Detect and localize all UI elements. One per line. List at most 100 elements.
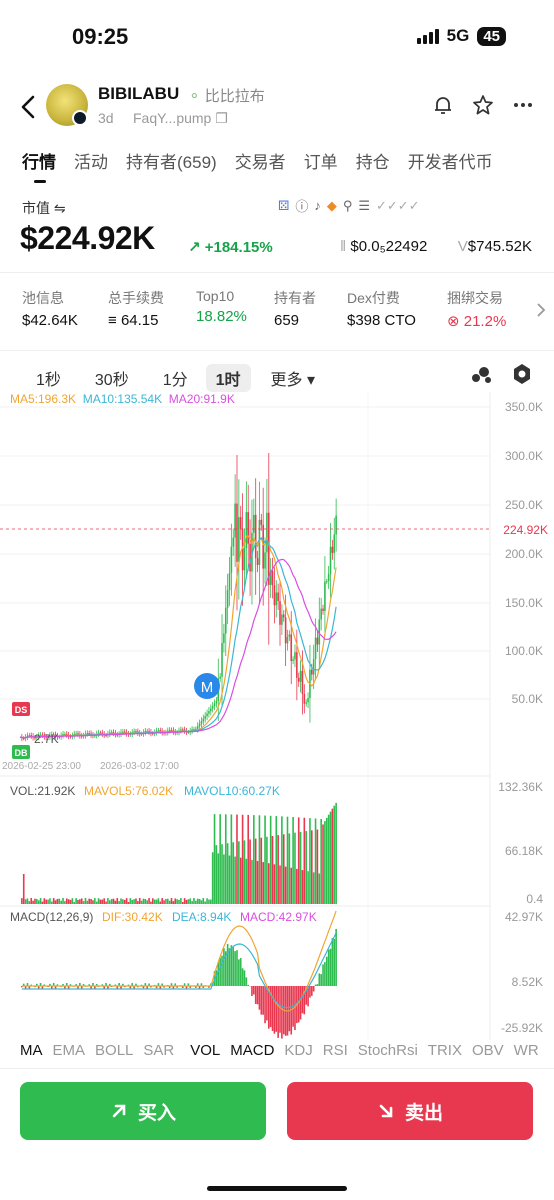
candle-body bbox=[311, 669, 313, 675]
macd-bar bbox=[243, 970, 246, 986]
price-chart[interactable]: 350.0K 300.0K 250.0K 200.0K 150.0K 100.0… bbox=[0, 392, 554, 1040]
header-actions bbox=[432, 94, 534, 116]
interval-1m[interactable]: 1分 bbox=[163, 366, 188, 390]
indicator-wr[interactable]: WR bbox=[514, 1042, 539, 1059]
buy-button[interactable]: 买入 bbox=[20, 1082, 266, 1140]
volume-bar bbox=[142, 898, 145, 904]
price-tick: 200.0K bbox=[505, 547, 543, 561]
tab-activity[interactable]: 活动 bbox=[74, 148, 108, 173]
stat-top10[interactable]: Top10 18.82% bbox=[196, 288, 274, 330]
info-icon[interactable]: ⓘ bbox=[295, 196, 308, 215]
sell-button[interactable]: 卖出 bbox=[287, 1082, 533, 1140]
stat-holders[interactable]: 持有者 659 bbox=[274, 288, 347, 330]
stat-pool[interactable]: 池信息 $42.64K bbox=[22, 288, 108, 330]
volume-bar bbox=[82, 901, 85, 904]
volume-bar bbox=[178, 899, 180, 904]
tab-orders[interactable]: 订单 bbox=[304, 148, 338, 173]
fox-icon[interactable]: ◆ bbox=[327, 198, 337, 214]
volume-bar bbox=[200, 900, 203, 904]
home-indicator bbox=[207, 1186, 347, 1191]
volume-bar bbox=[52, 898, 55, 904]
security-icons: ⚄ ⓘ ♪ ◆ ⚲ ☰ ✓✓✓✓ bbox=[278, 196, 420, 215]
volume-bar bbox=[131, 899, 134, 904]
candle-body bbox=[279, 601, 281, 625]
macd-bar bbox=[258, 986, 261, 1010]
volume-bar bbox=[80, 898, 83, 904]
macd-bar bbox=[219, 957, 221, 986]
status-indicators: 5G 45 bbox=[416, 26, 506, 46]
volume-bar bbox=[64, 901, 66, 904]
macd-bar bbox=[322, 964, 324, 986]
macd-bar bbox=[234, 951, 236, 986]
back-arrow-icon[interactable] bbox=[18, 92, 40, 122]
indicator-obv[interactable]: OBV bbox=[472, 1042, 504, 1059]
vol-label: VOL:21.92K bbox=[10, 784, 75, 798]
market-cap-label[interactable]: 市值 ⇋ bbox=[22, 198, 66, 218]
candle-body bbox=[333, 534, 336, 553]
interval-more[interactable]: 更多 ▾ bbox=[271, 366, 316, 390]
volume-bar bbox=[204, 901, 206, 904]
volume-bar bbox=[245, 858, 248, 904]
volume-bar bbox=[311, 830, 313, 904]
star-icon[interactable] bbox=[472, 94, 494, 116]
macd-bar bbox=[230, 945, 233, 986]
volume-bar bbox=[254, 838, 257, 904]
volume-bar bbox=[215, 845, 218, 904]
bell-icon[interactable] bbox=[432, 94, 454, 116]
tab-positions[interactable]: 持仓 bbox=[356, 148, 390, 173]
volume-bar bbox=[247, 814, 250, 904]
chevron-right-icon[interactable] bbox=[536, 302, 546, 318]
tab-dev-tokens[interactable]: 开发者代币 bbox=[408, 148, 493, 173]
settings-icon[interactable] bbox=[512, 363, 532, 385]
tiktok-icon[interactable]: ♪ bbox=[314, 198, 321, 213]
candle-body bbox=[277, 592, 279, 602]
candle-body bbox=[245, 512, 248, 549]
market-cap-change: ↗ +184.15% bbox=[188, 239, 273, 256]
volume-bar bbox=[49, 898, 51, 904]
volume-bar bbox=[307, 871, 309, 904]
candle-body bbox=[236, 503, 238, 562]
volume-bar bbox=[210, 899, 212, 904]
tab-holders[interactable]: 持有者(659) bbox=[126, 148, 217, 173]
indicator-stochrsi[interactable]: StochRsi bbox=[358, 1042, 418, 1059]
volume-bar bbox=[208, 899, 210, 904]
drawing-tools-icon[interactable] bbox=[470, 364, 492, 384]
more-icon[interactable] bbox=[512, 94, 534, 116]
interval-30s[interactable]: 30秒 bbox=[95, 366, 129, 390]
volume-bar bbox=[67, 899, 70, 904]
volume-bar bbox=[107, 898, 109, 904]
indicator-ema[interactable]: EMA bbox=[53, 1042, 86, 1059]
list-icon[interactable]: ☰ bbox=[358, 198, 370, 214]
indicator-kdj[interactable]: KDJ bbox=[284, 1042, 312, 1059]
copy-icon[interactable]: ❐ bbox=[215, 110, 228, 126]
interval-1s[interactable]: 1秒 bbox=[36, 366, 61, 390]
candle-body bbox=[234, 503, 236, 538]
search-icon[interactable]: ⚲ bbox=[343, 198, 353, 214]
interval-1h[interactable]: 1时 bbox=[205, 364, 251, 392]
indicator-sar[interactable]: SAR bbox=[143, 1042, 174, 1059]
candle-body bbox=[275, 592, 278, 606]
check-icon: ✓✓✓✓ bbox=[376, 197, 420, 213]
stat-bundle[interactable]: 捆绑交易 ⊗ 21.2% bbox=[447, 288, 527, 330]
indicator-macd[interactable]: MACD bbox=[230, 1042, 274, 1059]
indicator-vol[interactable]: VOL bbox=[190, 1042, 220, 1059]
volume-bar bbox=[224, 814, 227, 904]
cluster-icon[interactable]: ⚄ bbox=[278, 198, 289, 214]
volume-bar bbox=[267, 863, 270, 904]
indicator-trix[interactable]: TRIX bbox=[428, 1042, 462, 1059]
volume-bar bbox=[36, 898, 38, 904]
stat-dex-paid[interactable]: Dex付费 $398 CTO bbox=[347, 288, 447, 330]
indicator-ma[interactable]: MA bbox=[20, 1042, 43, 1059]
tab-traders[interactable]: 交易者 bbox=[235, 148, 286, 173]
battery-icon: 45 bbox=[477, 26, 506, 46]
macd-bar bbox=[329, 948, 332, 986]
volume-bar bbox=[223, 854, 225, 904]
stat-fees[interactable]: 总手续费 ≡ 64.15 bbox=[108, 288, 196, 330]
token-address[interactable]: FaqY...pump ❐ bbox=[133, 110, 228, 127]
macd-bar bbox=[223, 948, 225, 986]
macd-bar bbox=[232, 947, 235, 986]
indicator-boll[interactable]: BOLL bbox=[95, 1042, 133, 1059]
tab-market[interactable]: 行情 bbox=[22, 148, 56, 183]
macd-bar bbox=[260, 986, 263, 1015]
indicator-rsi[interactable]: RSI bbox=[323, 1042, 348, 1059]
